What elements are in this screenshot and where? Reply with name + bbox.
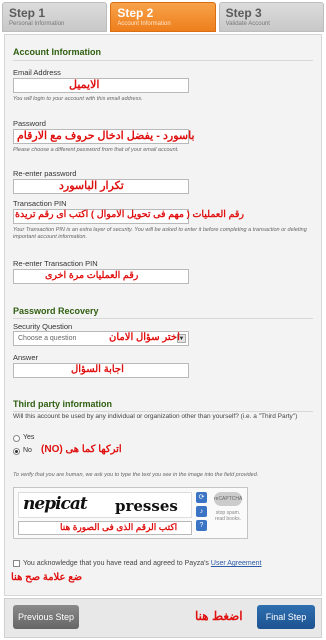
recaptcha-logo-text: reCAPTCHA bbox=[214, 492, 242, 506]
user-agreement-link[interactable]: User Agreement bbox=[211, 560, 262, 567]
recaptcha-tagline: stop spam. read books. bbox=[214, 510, 242, 522]
agreement-checkbox[interactable] bbox=[13, 560, 20, 567]
audio-icon[interactable]: ♪ bbox=[196, 506, 207, 517]
captcha-annotation: اكتب الرقم الذى فى الصورة هنا bbox=[60, 522, 178, 532]
agreement-text: You acknowledge that you have read and a… bbox=[23, 560, 261, 567]
third-party-annotation-text: اتركها كما هى (NO) bbox=[41, 444, 122, 455]
password-annotation: باسورد - يفضل ادخال حروف مع الارقام bbox=[17, 130, 195, 142]
step-3-subtitle: Validate Account bbox=[225, 21, 270, 27]
step-3-title: Step 3 bbox=[225, 6, 262, 20]
captcha-word-2: presses bbox=[115, 497, 178, 515]
pin-help: Your Transaction PIN is an extra layer o… bbox=[13, 227, 307, 240]
third-party-yes-label: Yes bbox=[23, 434, 35, 441]
agreement-annotation: ضع علامة صح هنا bbox=[11, 572, 83, 583]
third-party-annotation: اتركها كما هى (NO) bbox=[41, 444, 122, 455]
reenter-pin-label: Re-enter Transaction PIN bbox=[13, 259, 98, 268]
registration-form: Account Information Email Address الايمي… bbox=[4, 34, 322, 596]
step-1-tab: Step 1 Personal Information bbox=[2, 2, 108, 32]
account-section-title: Account Information bbox=[13, 47, 101, 57]
email-help: You will login to your account with this… bbox=[13, 96, 143, 102]
third-party-no-label: No bbox=[23, 447, 32, 454]
reenter-password-annotation: تكرار الباسورد bbox=[59, 180, 124, 192]
step-2-subtitle: Account Information bbox=[117, 21, 171, 27]
third-party-no-radio[interactable] bbox=[13, 448, 20, 455]
security-question-label: Security Question bbox=[13, 322, 73, 331]
email-annotation: الايميل bbox=[69, 79, 100, 91]
pin-label: Transaction PIN bbox=[13, 199, 67, 208]
step-3-tab: Step 3 Validate Account bbox=[218, 2, 324, 32]
final-step-annotation: اضغط هنا bbox=[195, 609, 243, 623]
footer-bar: Previous Step اضغط هنا Final Step bbox=[4, 598, 322, 638]
pin-annotation: رقم العمليات ( مهم فى تحويل الاموال ) اك… bbox=[15, 209, 245, 220]
third-party-section-title: Third party information bbox=[13, 399, 112, 409]
step-2-tab: Step 2 Account Information bbox=[110, 2, 216, 32]
reenter-password-label: Re-enter password bbox=[13, 169, 77, 178]
answer-annotation: اجابة السؤال bbox=[71, 364, 124, 375]
step-tabs: Step 1 Personal Information Step 2 Accou… bbox=[2, 2, 324, 32]
captcha-image: nepicat presses bbox=[18, 492, 192, 518]
recovery-section-title: Password Recovery bbox=[13, 306, 99, 316]
final-step-button[interactable]: Final Step bbox=[257, 605, 315, 629]
step-2-title: Step 2 bbox=[117, 6, 154, 20]
help-icon[interactable]: ? bbox=[196, 520, 207, 531]
third-party-yes-radio[interactable] bbox=[13, 435, 20, 442]
security-question-value: Choose a question bbox=[18, 335, 77, 342]
refresh-icon[interactable]: ⟳ bbox=[196, 492, 207, 503]
step-1-subtitle: Personal Information bbox=[9, 21, 65, 27]
section-divider bbox=[13, 60, 313, 61]
answer-label: Answer bbox=[13, 353, 39, 362]
captcha-word-1: nepicat bbox=[23, 494, 88, 514]
recaptcha-logo: reCAPTCHA stop spam. read books. bbox=[211, 492, 245, 536]
email-label: Email Address bbox=[13, 68, 61, 77]
previous-step-button[interactable]: Previous Step bbox=[13, 605, 79, 629]
third-party-question: Will this account be used by any individ… bbox=[13, 413, 298, 420]
email-field[interactable] bbox=[13, 78, 189, 93]
password-help: Please choose a different password from … bbox=[13, 147, 179, 153]
password-label: Password bbox=[13, 119, 46, 128]
section-divider bbox=[13, 318, 313, 319]
section-divider bbox=[13, 411, 313, 412]
reenter-pin-annotation: رقم العمليات مرة اخرى bbox=[45, 270, 139, 281]
agreement-label: You acknowledge that you have read and a… bbox=[23, 560, 209, 567]
security-question-annotation: اختر سؤال الامان bbox=[109, 332, 180, 343]
step-1-title: Step 1 bbox=[9, 6, 46, 20]
captcha-widget: nepicat presses اكتب الرقم الذى فى الصور… bbox=[13, 487, 248, 539]
captcha-instruction: To verify that you are human, we ask you… bbox=[13, 472, 259, 478]
